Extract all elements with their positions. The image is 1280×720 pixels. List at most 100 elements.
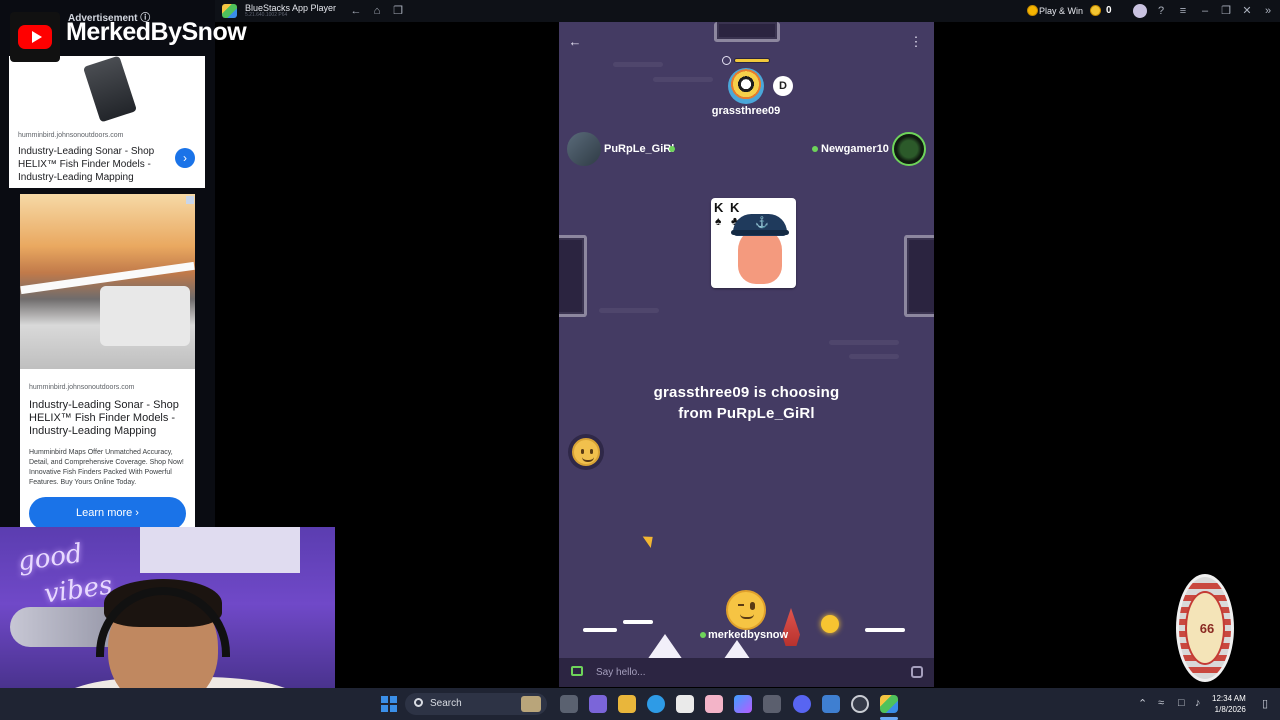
profile-avatar-icon[interactable] (1133, 4, 1147, 18)
tray-overflow-icon[interactable]: ⌃ (1138, 697, 1147, 710)
bluestacks-titlebar: BlueStacks App Player 5.21.640.1002 P64 … (215, 0, 1280, 22)
snow-decoration (865, 628, 905, 632)
turn-timer-bar (734, 58, 770, 63)
windows-start-icon[interactable] (381, 696, 397, 712)
youtube-badge (10, 12, 60, 62)
card-rank: K (730, 200, 740, 215)
shelf (140, 527, 300, 573)
emoji-button[interactable] (568, 434, 604, 470)
ad-card-bottom[interactable]: humminbird.johnsonoutdoors.com Industry-… (20, 194, 195, 530)
boat-image (20, 194, 195, 369)
chip-face: 66 (1185, 591, 1225, 665)
search-label: Search (430, 698, 462, 709)
played-card-king[interactable]: K ♠ K ♣ ⚓ (711, 198, 796, 288)
ad-domain: humminbird.johnsonoutdoors.com (18, 132, 124, 139)
sticker-icon[interactable] (911, 666, 923, 678)
file-explorer-icon[interactable] (618, 695, 636, 713)
online-status-dot (812, 146, 818, 152)
left-player-name: PuRpLe_GiRl (604, 143, 675, 155)
clock-time: 12:34 AM (1212, 694, 1246, 703)
ad-title[interactable]: Industry-Leading Sonar - Shop HELIX™ Fis… (18, 145, 168, 184)
app-icon[interactable] (705, 695, 723, 713)
store-icon[interactable] (676, 695, 694, 713)
more-options-icon[interactable]: ⋮ (908, 34, 924, 50)
display-icon[interactable]: □ (1178, 697, 1185, 709)
back-arrow-icon[interactable]: ← (567, 34, 583, 50)
chat-input[interactable]: Say hello... (596, 667, 645, 678)
play-win-icon (1027, 5, 1038, 16)
right-player-cards (904, 235, 934, 317)
dealer-badge: D (773, 76, 793, 96)
wink-mouth (740, 614, 754, 619)
menu-icon[interactable]: ≡ (1176, 4, 1190, 18)
cloud-decoration (849, 354, 899, 359)
recent-apps-icon[interactable]: ❐ (391, 4, 405, 18)
smiley-icon (572, 438, 600, 466)
close-icon[interactable]: ✕ (1240, 4, 1254, 18)
snow-decoration (583, 628, 617, 632)
top-player-avatar[interactable] (728, 68, 764, 104)
ad-arrow-icon[interactable]: › (175, 148, 195, 168)
top-player-cards (714, 22, 780, 42)
right-player-name: Newgamer10 (821, 143, 889, 155)
cloud-decoration (829, 340, 899, 345)
cloud-decoration (653, 77, 713, 82)
taskbar-search[interactable]: Search (405, 693, 547, 715)
left-player-cards (559, 235, 587, 317)
system-clock[interactable]: 12:34 AM 1/8/2026 (1212, 693, 1246, 715)
network-icon[interactable]: ≈ (1158, 697, 1164, 709)
learn-more-button[interactable]: Learn more › (29, 497, 186, 530)
search-highlight-icon (521, 696, 541, 712)
card-suit-icon: ♠ (715, 214, 722, 228)
notifications-icon[interactable]: ▯ (1262, 697, 1268, 710)
app-version: 5.21.640.1002 P64 (245, 12, 288, 18)
chat-bar: Say hello... (559, 658, 934, 687)
search-icon (414, 698, 423, 707)
task-view-icon[interactable] (560, 695, 578, 713)
fish-finder-image (82, 55, 138, 123)
settings-icon[interactable] (763, 695, 781, 713)
restore-icon[interactable]: ❐ (1219, 4, 1233, 18)
ad-card-top[interactable]: humminbird.johnsonoutdoors.com Industry-… (9, 55, 205, 188)
online-status-dot (700, 632, 706, 638)
ad-title[interactable]: Industry-Leading Sonar - Shop HELIX™ Fis… (29, 399, 189, 438)
chat-icon[interactable] (571, 666, 583, 676)
wink-eye (750, 602, 755, 610)
windows-taskbar: Search ⌃ ≈ □ ♪ 12:34 AM 1/8/2026 ▯ (0, 688, 1280, 720)
edge-icon[interactable] (647, 695, 665, 713)
online-status-dot (669, 146, 675, 152)
help-icon[interactable]: ? (1154, 4, 1168, 18)
wink-eye (738, 604, 744, 607)
self-player-name: merkedbysnow (708, 629, 789, 641)
teams-icon[interactable] (589, 695, 607, 713)
mountain-decoration (647, 634, 683, 660)
chip-label: 66 (1199, 621, 1215, 636)
adchoices-icon[interactable] (186, 196, 194, 204)
youtube-icon (18, 25, 52, 49)
expand-icon[interactable]: » (1261, 4, 1275, 18)
clock-date: 1/8/2026 (1214, 705, 1246, 714)
card-rank: K (714, 200, 724, 215)
notepad-icon[interactable] (822, 695, 840, 713)
channel-name: MerkedBySnow (66, 18, 247, 46)
bluestacks-taskbar-icon[interactable] (880, 695, 898, 713)
back-icon[interactable]: ← (349, 4, 363, 18)
obs-icon[interactable] (851, 695, 869, 713)
status-message: grassthree09 is choosing (653, 384, 840, 401)
bluestacks-logo-icon (222, 4, 237, 18)
play-win-button[interactable]: Play & Win (1039, 6, 1083, 16)
captain-face (738, 228, 782, 284)
left-player-avatar[interactable] (567, 132, 601, 166)
status-message: from PuRpLe_GiRl (678, 405, 815, 422)
volume-icon[interactable]: ♪ (1195, 697, 1201, 709)
ad-panel: Advertisement ⓘ humminbird.johnsonoutdoo… (0, 0, 247, 530)
cloud-decoration (599, 308, 659, 313)
home-icon[interactable]: ⌂ (370, 4, 384, 18)
coin-icon (1090, 5, 1101, 16)
right-player-avatar[interactable] (892, 132, 926, 166)
discord-icon[interactable] (793, 695, 811, 713)
copilot-icon[interactable] (734, 695, 752, 713)
minimize-icon[interactable]: – (1198, 4, 1212, 18)
sun-icon (821, 615, 839, 633)
ad-domain: humminbird.johnsonoutdoors.com (29, 384, 135, 391)
